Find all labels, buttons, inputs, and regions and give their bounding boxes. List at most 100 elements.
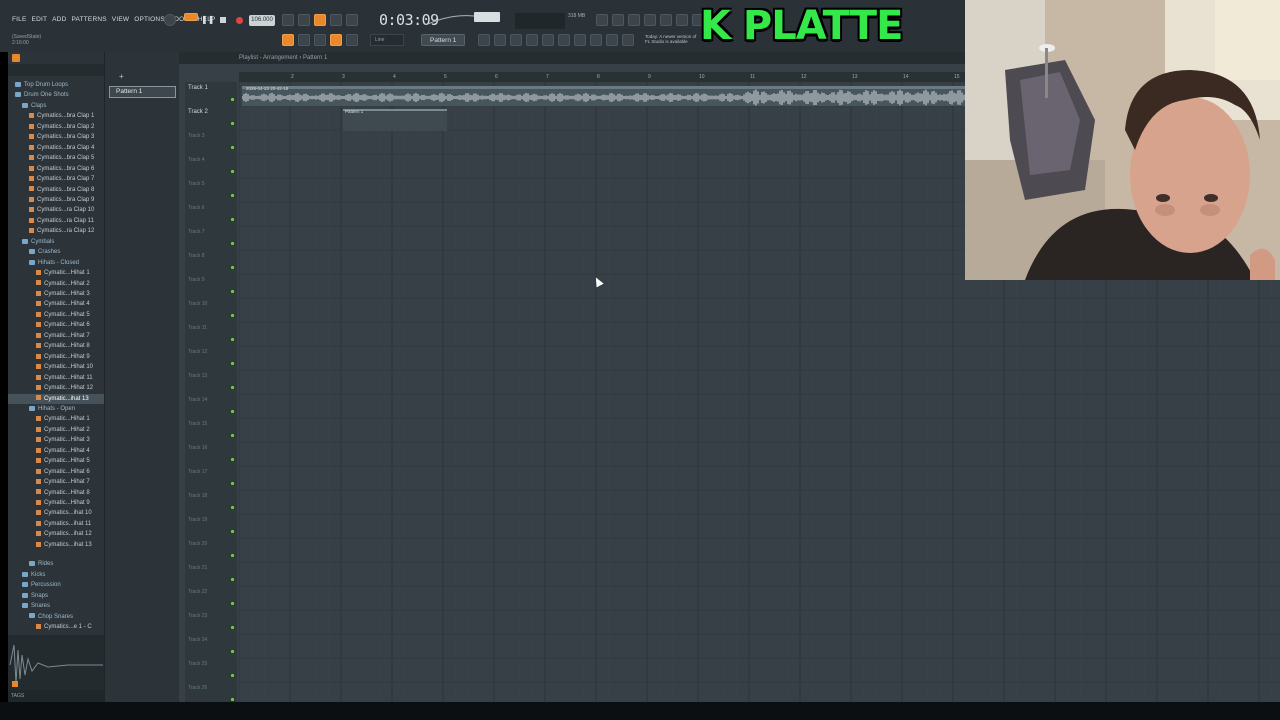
browser-file-item[interactable]: Cymatic...Hihat 9 <box>8 498 104 508</box>
arrow-right-icon[interactable] <box>298 34 310 46</box>
channel-rack-toggle-icon[interactable] <box>510 34 522 46</box>
pattern-clip[interactable]: Pattern 1 <box>343 109 447 131</box>
mixer-toggle-icon[interactable] <box>526 34 538 46</box>
browser-file-item[interactable]: Cymatic...Hihat 7 <box>8 331 104 341</box>
browser-file-item[interactable]: Cymatic...Hihat 8 <box>8 341 104 351</box>
menu-patterns[interactable]: PATTERNS <box>71 16 106 23</box>
track-mute-led[interactable] <box>231 338 234 341</box>
track-mute-led[interactable] <box>231 674 234 677</box>
track-mute-led[interactable] <box>231 290 234 293</box>
track-mute-led[interactable] <box>231 242 234 245</box>
microphone-icon[interactable] <box>628 14 640 26</box>
playlist-icon[interactable] <box>478 34 490 46</box>
track-name[interactable]: Track 21 <box>188 565 207 571</box>
pattern-mode-button[interactable] <box>184 13 198 21</box>
browser-file-item[interactable]: Cymatics...ihat 11 <box>8 519 104 529</box>
track-name[interactable]: Track 2 <box>188 109 208 115</box>
playlist-grid-extension[interactable] <box>965 280 1280 702</box>
time-ruler[interactable]: 2 3 4 5 6 7 8 9 10 11 12 13 14 15 <box>239 72 965 82</box>
track-mute-led[interactable] <box>231 554 234 557</box>
track-name[interactable]: Track 26 <box>188 685 207 691</box>
browser-file-item[interactable]: Cymatic...Hihat 9 <box>8 352 104 362</box>
browser-folder-item[interactable]: Hihats - Open <box>8 404 104 414</box>
track-mute-led[interactable] <box>231 266 234 269</box>
playlist-grid[interactable]: 2026-04-23 20-42-18 Pattern 1 <box>239 82 965 702</box>
browser-footer[interactable]: TAGS <box>8 690 104 702</box>
touch-keyboard-icon[interactable] <box>574 34 586 46</box>
browser-file-item[interactable]: Cymatic...Hihat 6 <box>8 320 104 330</box>
browser-toggle-icon[interactable] <box>282 34 294 46</box>
track-name[interactable]: Track 19 <box>188 517 207 523</box>
tempo-display[interactable]: 106.000 <box>249 15 275 26</box>
stop-button[interactable] <box>217 14 229 26</box>
browser-folder-item[interactable]: Kicks <box>8 570 104 580</box>
browser-file-item[interactable]: Cymatic...Hihat 11 <box>8 373 104 383</box>
track-name[interactable]: Track 15 <box>188 421 207 427</box>
browser-folder-item[interactable]: Top Drum Loops <box>8 80 104 90</box>
master-pitch-display[interactable] <box>474 12 500 22</box>
browser-file-item[interactable]: Cymatics...ra Clap 11 <box>8 216 104 226</box>
browser-file-item[interactable]: Cymatics...bra Clap 3 <box>8 132 104 142</box>
track-mute-led[interactable] <box>231 698 234 701</box>
track-name[interactable]: Track 9 <box>188 277 204 283</box>
browser-file-item[interactable]: Cymatic...Hihat 1 <box>8 268 104 278</box>
browser-file-item[interactable]: Cymatics...ihat 13 <box>8 540 104 550</box>
browser-folder-item[interactable]: Chop Snares <box>8 612 104 622</box>
track-mute-led[interactable] <box>231 146 234 149</box>
browser-file-item[interactable]: Cymatics...ra Clap 12 <box>8 226 104 236</box>
browser-file-item[interactable]: Cymatic...Hihat 3 <box>8 289 104 299</box>
browser-file-item[interactable]: Cymatic...Hihat 2 <box>8 425 104 435</box>
browser-folder-item[interactable]: Drum One Shots <box>8 90 104 100</box>
track-mute-led[interactable] <box>231 530 234 533</box>
browser-file-item[interactable]: Cymatic...Hihat 4 <box>8 446 104 456</box>
browser-file-item[interactable]: Cymatic...Hihat 1 <box>8 414 104 424</box>
track-mute-led[interactable] <box>231 194 234 197</box>
track-name[interactable]: Track 8 <box>188 253 204 259</box>
snap-select[interactable]: Line <box>370 34 404 46</box>
track-name[interactable]: Track 3 <box>188 133 204 139</box>
track-name[interactable]: Track 25 <box>188 661 207 667</box>
menu-file[interactable]: FILE <box>12 16 27 23</box>
browser-folder-item[interactable]: Hihats - Closed <box>8 258 104 268</box>
browser-file-item[interactable]: Cymatic...Hihat 5 <box>8 456 104 466</box>
track-name[interactable]: Track 12 <box>188 349 207 355</box>
browser-file-item[interactable]: Cymatic...Hihat 10 <box>8 362 104 372</box>
browser-icon[interactable] <box>558 34 570 46</box>
record-button[interactable] <box>233 14 245 26</box>
browser-file-item[interactable]: Cymatic...Hihat 2 <box>8 279 104 289</box>
wait-for-input-icon[interactable] <box>298 14 310 26</box>
browser-folder-item[interactable]: Snaps <box>8 591 104 601</box>
picker-pattern-item[interactable]: Pattern 1 <box>109 86 176 98</box>
track-name[interactable]: Track 18 <box>188 493 207 499</box>
track-mute-led[interactable] <box>231 434 234 437</box>
plugin-picker-icon[interactable] <box>542 34 554 46</box>
track-mute-led[interactable] <box>231 410 234 413</box>
browser-file-item[interactable]: Cymatics...ra Clap 10 <box>8 205 104 215</box>
play-button[interactable]: ❚❚ <box>201 14 214 26</box>
picker-add-icon[interactable]: + <box>119 72 124 81</box>
track-name[interactable]: Track 7 <box>188 229 204 235</box>
menu-add[interactable]: ADD <box>52 16 66 23</box>
track-mute-led[interactable] <box>231 602 234 605</box>
track-mute-led[interactable] <box>231 122 234 125</box>
pattern-select[interactable]: Pattern 1 <box>421 34 465 46</box>
browser-file-item[interactable]: Cymatics...ihat 10 <box>8 508 104 518</box>
browser-file-item[interactable]: Cymatic...Hihat 4 <box>8 299 104 309</box>
track-name[interactable]: Track 20 <box>188 541 207 547</box>
browser-file-item[interactable]: Cymatics...bra Clap 4 <box>8 143 104 153</box>
download-icon[interactable] <box>660 14 672 26</box>
browser-file-item[interactable]: Cymatics...bra Clap 1 <box>8 111 104 121</box>
browser-file-item[interactable]: Cymatic...Hihat 6 <box>8 467 104 477</box>
browser-file-item[interactable]: Cymatic...Hihat 12 <box>8 383 104 393</box>
browser-folder-item[interactable]: Claps <box>8 101 104 111</box>
song-mode-toggle[interactable] <box>164 14 176 26</box>
browser-file-item[interactable]: Cymatic...ihat 13 <box>8 393 104 404</box>
browser-file-item[interactable]: Cymatics...bra Clap 5 <box>8 153 104 163</box>
track-name[interactable]: Track 14 <box>188 397 207 403</box>
track-name[interactable]: Track 4 <box>188 157 204 163</box>
news-panel[interactable]: Today: A newer version of FL Studio is a… <box>645 34 696 44</box>
browser-file-item[interactable]: Cymatics...bra Clap 8 <box>8 185 104 195</box>
track-mute-led[interactable] <box>231 458 234 461</box>
browser-file-item[interactable]: Cymatics...bra Clap 7 <box>8 174 104 184</box>
browser-tab-bar[interactable] <box>8 64 104 76</box>
